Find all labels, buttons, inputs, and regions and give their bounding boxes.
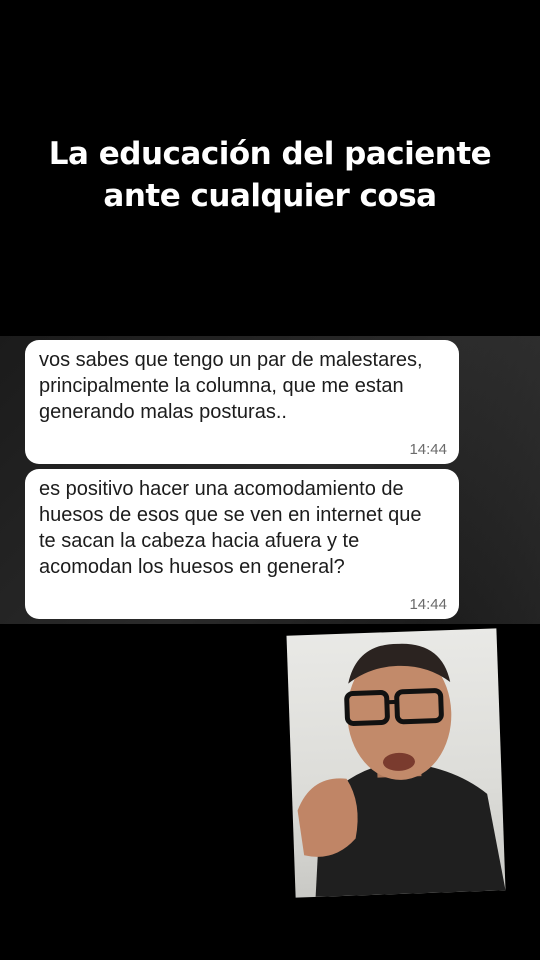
- message-timestamp: 14:44: [409, 596, 447, 613]
- creator-webcam-overlay: [286, 628, 506, 898]
- person-avatar-illustration: [297, 643, 506, 897]
- video-caption-title: La educación del paciente ante cualquier…: [0, 133, 540, 217]
- caption-line-2: ante cualquier cosa: [103, 178, 437, 214]
- message-text: vos sabes que tengo un par de malestares…: [39, 349, 423, 423]
- message-bubble[interactable]: vos sabes que tengo un par de malestares…: [25, 340, 459, 464]
- message-timestamp: 14:44: [409, 441, 447, 458]
- message-bubble[interactable]: es positivo hacer una acomodamiento de h…: [25, 469, 459, 619]
- message-text: es positivo hacer una acomodamiento de h…: [39, 478, 422, 578]
- caption-line-1: La educación del paciente: [48, 136, 492, 172]
